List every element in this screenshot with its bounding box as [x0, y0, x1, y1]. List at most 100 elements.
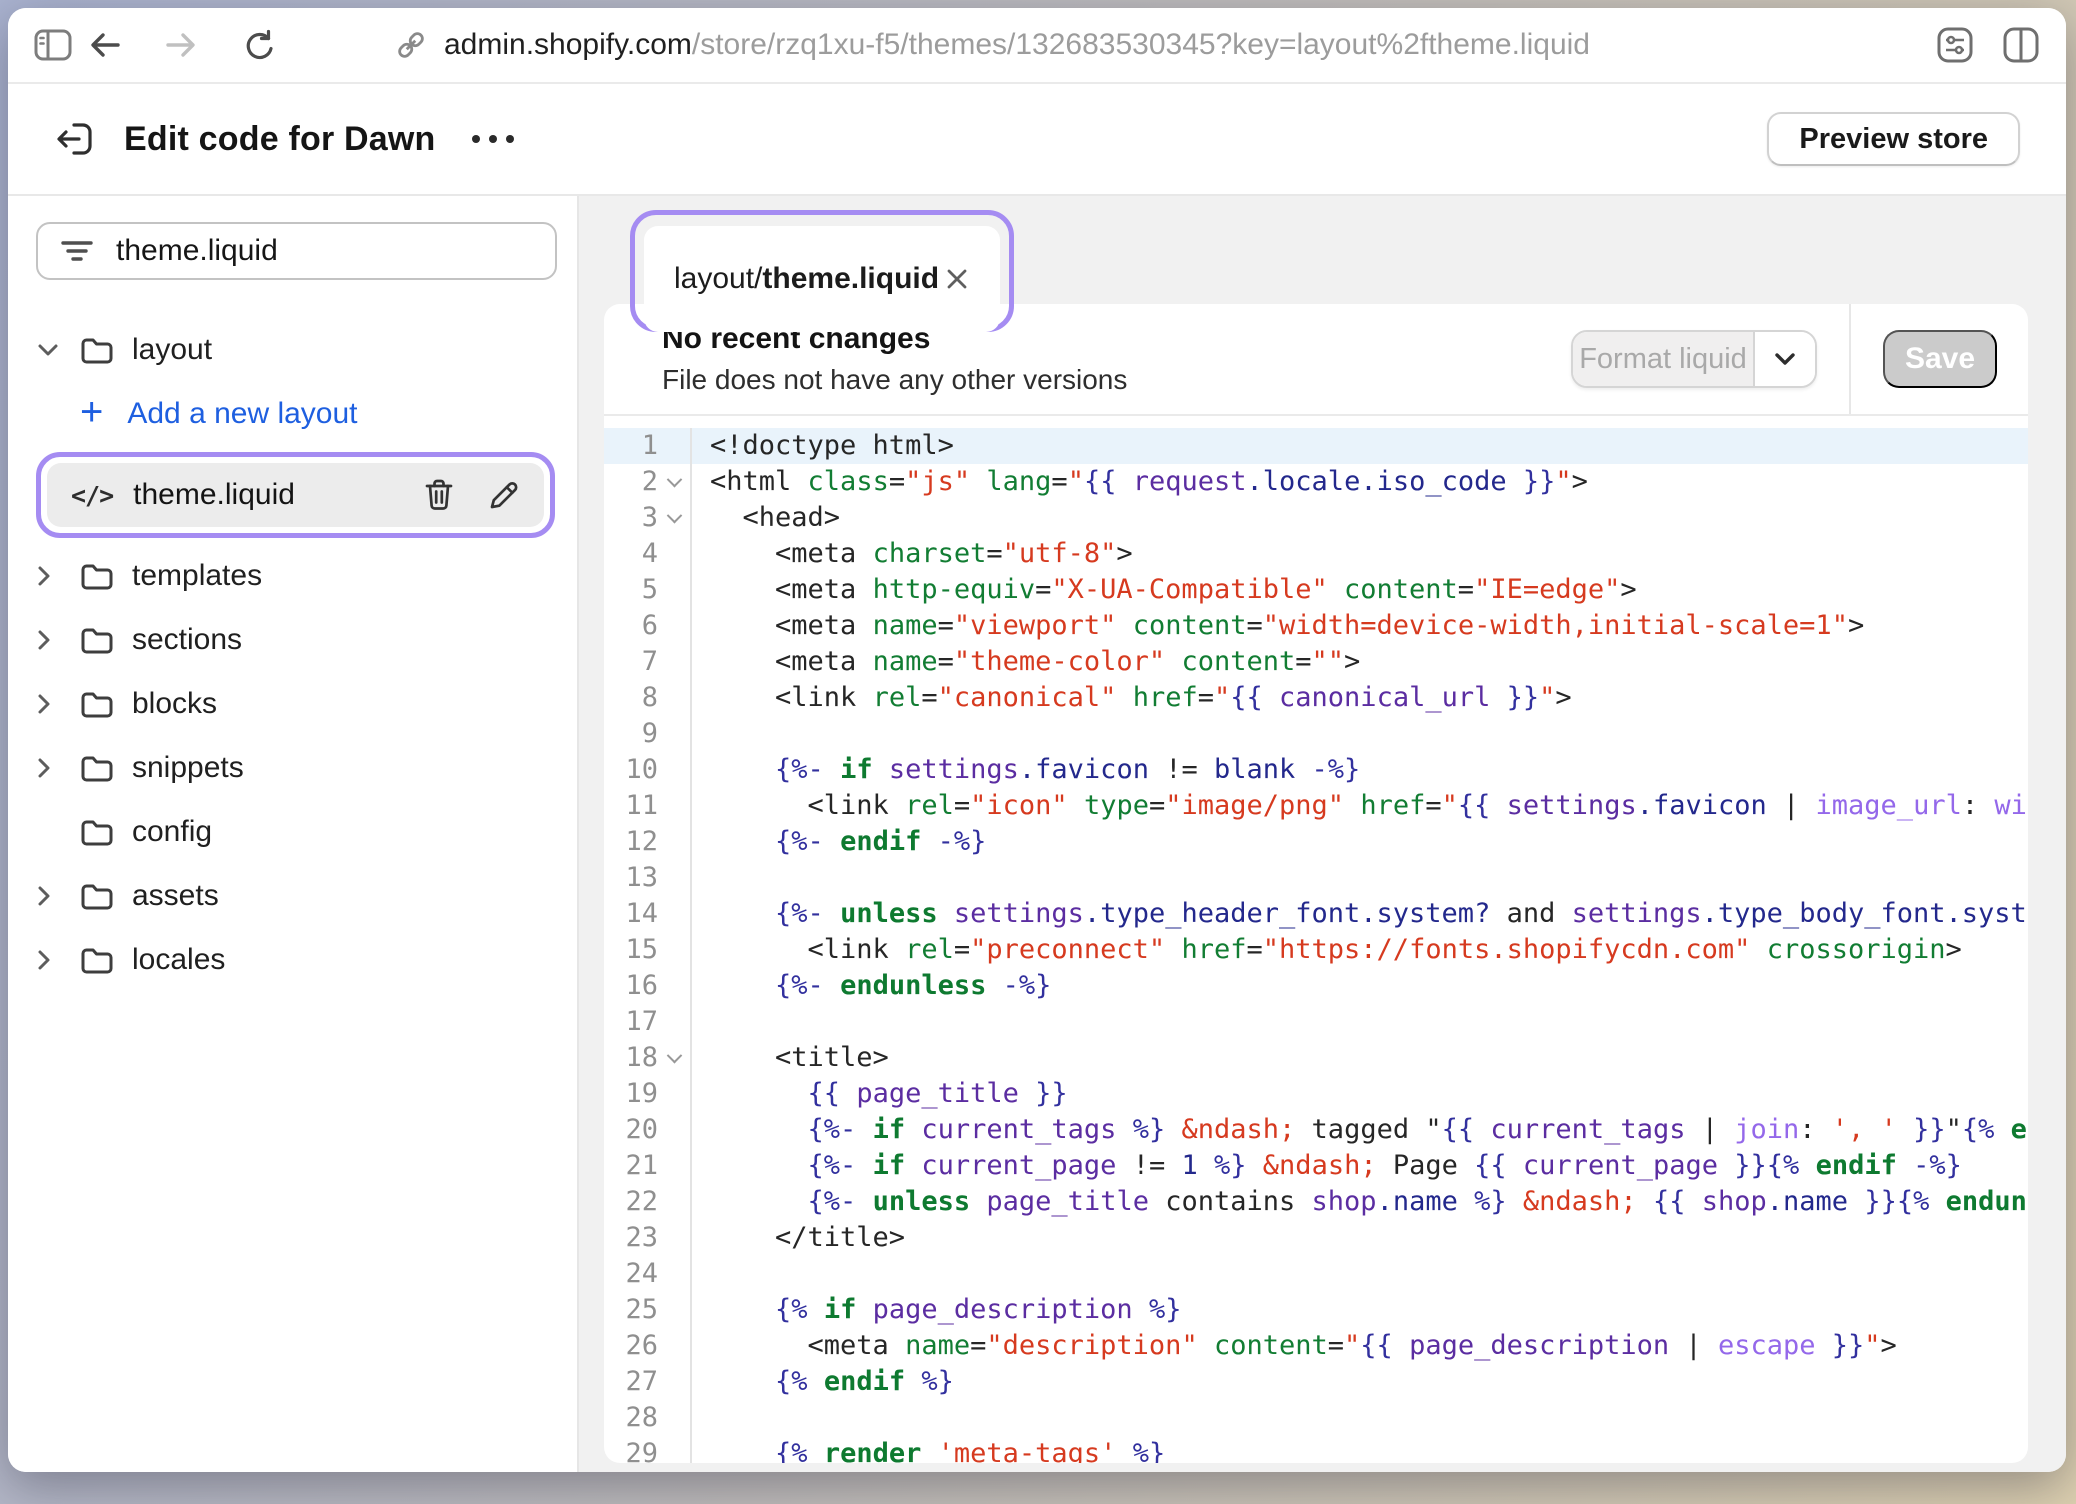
- sidebar-toggle-icon[interactable]: [34, 29, 72, 61]
- sidebar-item-label: layout: [132, 333, 212, 367]
- code-line-19[interactable]: 19 {{ page_title }}: [604, 1076, 2028, 1112]
- chevron-right-icon[interactable]: [36, 884, 70, 908]
- code-line-12[interactable]: 12 {%- endif -%}: [604, 824, 2028, 860]
- sidebar-item-locales[interactable]: locales: [36, 928, 557, 992]
- code-line-26[interactable]: 26 <meta name="description" content="{{ …: [604, 1328, 2028, 1364]
- code-text: {% endif %}: [692, 1364, 2028, 1400]
- code-line-2[interactable]: 2<html class="js" lang="{{ request.local…: [604, 464, 2028, 500]
- save-button[interactable]: Save: [1883, 330, 1997, 388]
- code-line-29[interactable]: 29 {% render 'meta-tags' %}: [604, 1436, 2028, 1463]
- code-line-16[interactable]: 16 {%- endunless -%}: [604, 968, 2028, 1004]
- sidebar-item-label: sections: [132, 623, 242, 657]
- code-line-1[interactable]: 1<!doctype html>: [604, 428, 2028, 464]
- code-line-25[interactable]: 25 {% if page_description %}: [604, 1292, 2028, 1328]
- code-line-11[interactable]: 11 <link rel="icon" type="image/png" hre…: [604, 788, 2028, 824]
- file-search-input[interactable]: [116, 234, 496, 268]
- line-number: 22: [604, 1184, 658, 1220]
- gutter: 2: [604, 464, 692, 500]
- code-text: [692, 1256, 2028, 1292]
- file-search[interactable]: [36, 222, 557, 280]
- code-editor[interactable]: 1<!doctype html>2<html class="js" lang="…: [604, 416, 2028, 1463]
- code-line-5[interactable]: 5 <meta http-equiv="X-UA-Compatible" con…: [604, 572, 2028, 608]
- code-line-13[interactable]: 13: [604, 860, 2028, 896]
- folder-icon: [80, 881, 114, 911]
- code-line-23[interactable]: 23 </title>: [604, 1220, 2028, 1256]
- code-line-27[interactable]: 27 {% endif %}: [604, 1364, 2028, 1400]
- code-line-21[interactable]: 21 {%- if current_page != 1 %} &ndash; P…: [604, 1148, 2028, 1184]
- chevron-right-icon[interactable]: [36, 692, 70, 716]
- code-line-9[interactable]: 9: [604, 716, 2028, 752]
- sidebar-item-assets[interactable]: assets: [36, 864, 557, 928]
- code-line-3[interactable]: 3 <head>: [604, 500, 2028, 536]
- code-text: [692, 716, 2028, 752]
- code-line-7[interactable]: 7 <meta name="theme-color" content="">: [604, 644, 2028, 680]
- sidebar-item-config[interactable]: config: [36, 800, 557, 864]
- line-number: 9: [604, 716, 658, 752]
- line-number: 13: [604, 860, 658, 896]
- chevron-right-icon[interactable]: [36, 628, 70, 652]
- code-text: [692, 1400, 2028, 1436]
- chevron-right-icon[interactable]: [36, 948, 70, 972]
- code-line-8[interactable]: 8 <link rel="canonical" href="{{ canonic…: [604, 680, 2028, 716]
- line-number: 15: [604, 932, 658, 968]
- delete-file-icon[interactable]: [424, 478, 454, 512]
- gutter: 4: [604, 536, 692, 572]
- more-actions-icon[interactable]: [472, 135, 514, 143]
- code-line-14[interactable]: 14 {%- unless settings.type_header_font.…: [604, 896, 2028, 932]
- selected-file-label: theme.liquid: [133, 478, 295, 512]
- code-text: <link rel="canonical" href="{{ canonical…: [692, 680, 2028, 716]
- code-line-24[interactable]: 24: [604, 1256, 2028, 1292]
- fold-arrow-icon[interactable]: [658, 477, 690, 488]
- fold-arrow-icon[interactable]: [658, 1053, 690, 1064]
- fold-arrow-icon[interactable]: [658, 513, 690, 524]
- toolbar-right: [1936, 26, 2040, 64]
- rename-file-icon[interactable]: [488, 479, 520, 511]
- code-line-28[interactable]: 28: [604, 1400, 2028, 1436]
- reload-icon[interactable]: [240, 27, 276, 63]
- add-layout-link[interactable]: + Add a new layout: [36, 382, 557, 446]
- sidebar-item-sections[interactable]: sections: [36, 608, 557, 672]
- line-number: 20: [604, 1112, 658, 1148]
- code-line-10[interactable]: 10 {%- if settings.favicon != blank -%}: [604, 752, 2028, 788]
- gutter: 12: [604, 824, 692, 860]
- code-line-4[interactable]: 4 <meta charset="utf-8">: [604, 536, 2028, 572]
- sidebar-item-templates[interactable]: templates: [36, 544, 557, 608]
- page-settings-icon[interactable]: [1936, 26, 1974, 64]
- code-text: {%- endunless -%}: [692, 968, 2028, 1004]
- code-line-6[interactable]: 6 <meta name="viewport" content="width=d…: [604, 608, 2028, 644]
- split-view-icon[interactable]: [2002, 26, 2040, 64]
- line-number: 21: [604, 1148, 658, 1184]
- code-line-18[interactable]: 18 <title>: [604, 1040, 2028, 1076]
- active-tab-ring: layout/theme.liquid: [630, 210, 1014, 332]
- code-line-17[interactable]: 17: [604, 1004, 2028, 1040]
- chevron-right-icon[interactable]: [36, 756, 70, 780]
- gutter: 10: [604, 752, 692, 788]
- chevron-right-icon[interactable]: [36, 564, 70, 588]
- code-line-22[interactable]: 22 {%- unless page_title contains shop.n…: [604, 1184, 2028, 1220]
- code-text: <meta http-equiv="X-UA-Compatible" conte…: [692, 572, 2028, 608]
- exit-icon[interactable]: [54, 120, 94, 158]
- code-text: <head>: [692, 500, 2028, 536]
- close-tab-icon[interactable]: [944, 266, 970, 292]
- code-text: {% render 'meta-tags' %}: [692, 1436, 2028, 1463]
- line-number: 23: [604, 1220, 658, 1256]
- gutter: 9: [604, 716, 692, 752]
- code-line-20[interactable]: 20 {%- if current_tags %} &ndash; tagged…: [604, 1112, 2028, 1148]
- sidebar-item-snippets[interactable]: snippets: [36, 736, 557, 800]
- code-line-15[interactable]: 15 <link rel="preconnect" href="https://…: [604, 932, 2028, 968]
- gutter: 6: [604, 608, 692, 644]
- chevron-down-icon[interactable]: [36, 342, 70, 358]
- format-liquid-caret[interactable]: [1753, 332, 1815, 386]
- sidebar-item-layout[interactable]: layout: [36, 318, 557, 382]
- back-icon[interactable]: [88, 30, 122, 60]
- gutter: 7: [604, 644, 692, 680]
- tab-theme-liquid[interactable]: layout/theme.liquid: [644, 226, 1000, 332]
- sidebar-item-blocks[interactable]: blocks: [36, 672, 557, 736]
- address-bar[interactable]: admin.shopify.com/store/rzq1xu-f5/themes…: [394, 28, 1590, 62]
- preview-store-button[interactable]: Preview store: [1767, 112, 2020, 166]
- sidebar-item-theme-liquid[interactable]: </> theme.liquid: [47, 463, 544, 527]
- format-liquid-button: Format liquid: [1571, 330, 1817, 388]
- gutter: 1: [604, 428, 692, 464]
- gutter: 5: [604, 572, 692, 608]
- nav-buttons: [88, 27, 276, 63]
